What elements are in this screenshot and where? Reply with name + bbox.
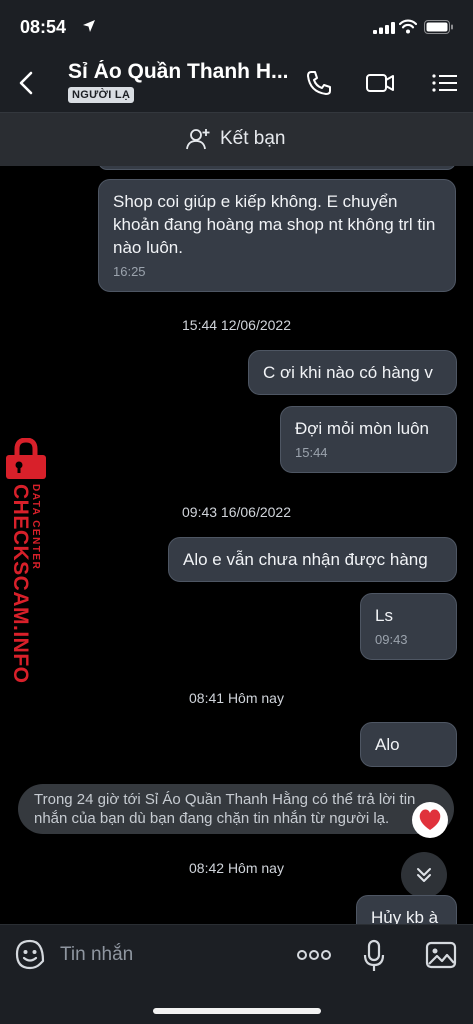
message-input-bar: Tin nhắn [0,924,473,1024]
message-bubble[interactable]: Đợi mỏi mòn luôn 15:44 [280,406,457,473]
message-time: 09:43 [375,632,408,647]
message-bubble[interactable]: Alo [360,722,457,767]
contact-name[interactable]: Sỉ Áo Quần Thanh H... [68,60,293,84]
heart-reaction-icon[interactable] [412,802,448,838]
message-time: 16:25 [113,264,146,279]
double-chevron-down-icon [417,868,431,882]
date-separator: 09:43 16/06/2022 [182,504,291,520]
message-text: Alo [375,735,400,754]
message-bubble[interactable]: Shop coi giúp e kiếp không. E chuyển kho… [98,179,456,292]
message-time: 15:44 [295,445,328,460]
message-text: C ơi khi nào có hàng v [263,363,433,382]
message-text: Alo e vẫn chưa nhận được hàng [183,550,428,569]
battery-icon [424,20,453,34]
chat-header: Sỉ Áo Quần Thanh H... NGƯỜI LẠ [0,54,473,112]
status-time: 08:54 [20,17,67,37]
message-text: Ls [375,606,393,625]
message-text: Đợi mỏi mòn luôn [295,419,429,438]
message-bubble[interactable]: Alo e vẫn chưa nhận được hàng [168,537,457,582]
message-bubble[interactable]: Hủy kb à [356,895,457,924]
status-bar: 08:54 [0,0,473,54]
photo-gallery-icon[interactable] [425,941,457,969]
stranger-badge: NGƯỜI LẠ [68,87,135,103]
padlock-icon [6,438,46,479]
add-friend-label: Kết bạn [220,128,286,149]
message-bubble[interactable]: C ơi khi nào có hàng v [248,350,457,395]
more-options-icon[interactable] [296,945,332,965]
date-separator: 08:41 Hôm nay [189,690,284,706]
message-text: Shop coi giúp e kiếp không. E chuyển kho… [113,192,436,257]
message-bubble-partial [98,166,456,170]
sticker-emoji-icon[interactable] [14,939,46,971]
message-bubble[interactable]: Ls 09:43 [360,593,457,660]
wifi-icon [399,19,417,34]
home-indicator [153,1008,321,1014]
add-friend-bar[interactable]: Kết bạn [0,112,473,166]
message-text: Hủy kb à [371,908,439,924]
back-arrow-icon[interactable] [16,70,38,96]
location-arrow-icon [83,20,95,32]
date-separator: 15:44 12/06/2022 [182,317,291,333]
menu-list-icon[interactable] [430,69,460,97]
phone-call-icon[interactable] [304,69,334,97]
add-friend-button[interactable]: Kết bạn [186,127,286,151]
message-list[interactable]: Shop coi giúp e kiếp không. E chuyển kho… [0,166,473,924]
scroll-to-bottom-button[interactable] [401,852,447,898]
message-input[interactable]: Tin nhắn [60,944,133,966]
add-friend-icon [186,129,210,150]
video-call-icon[interactable] [365,69,395,97]
stranger-reply-notice: Trong 24 giờ tới Sỉ Áo Quần Thanh Hằng c… [18,784,454,834]
microphone-icon[interactable] [362,939,386,973]
cellular-signal-icon [373,22,395,34]
watermark-text: CHECKSCAM.INFO [9,484,32,684]
watermark-subtext: DATA CENTER [30,484,41,571]
